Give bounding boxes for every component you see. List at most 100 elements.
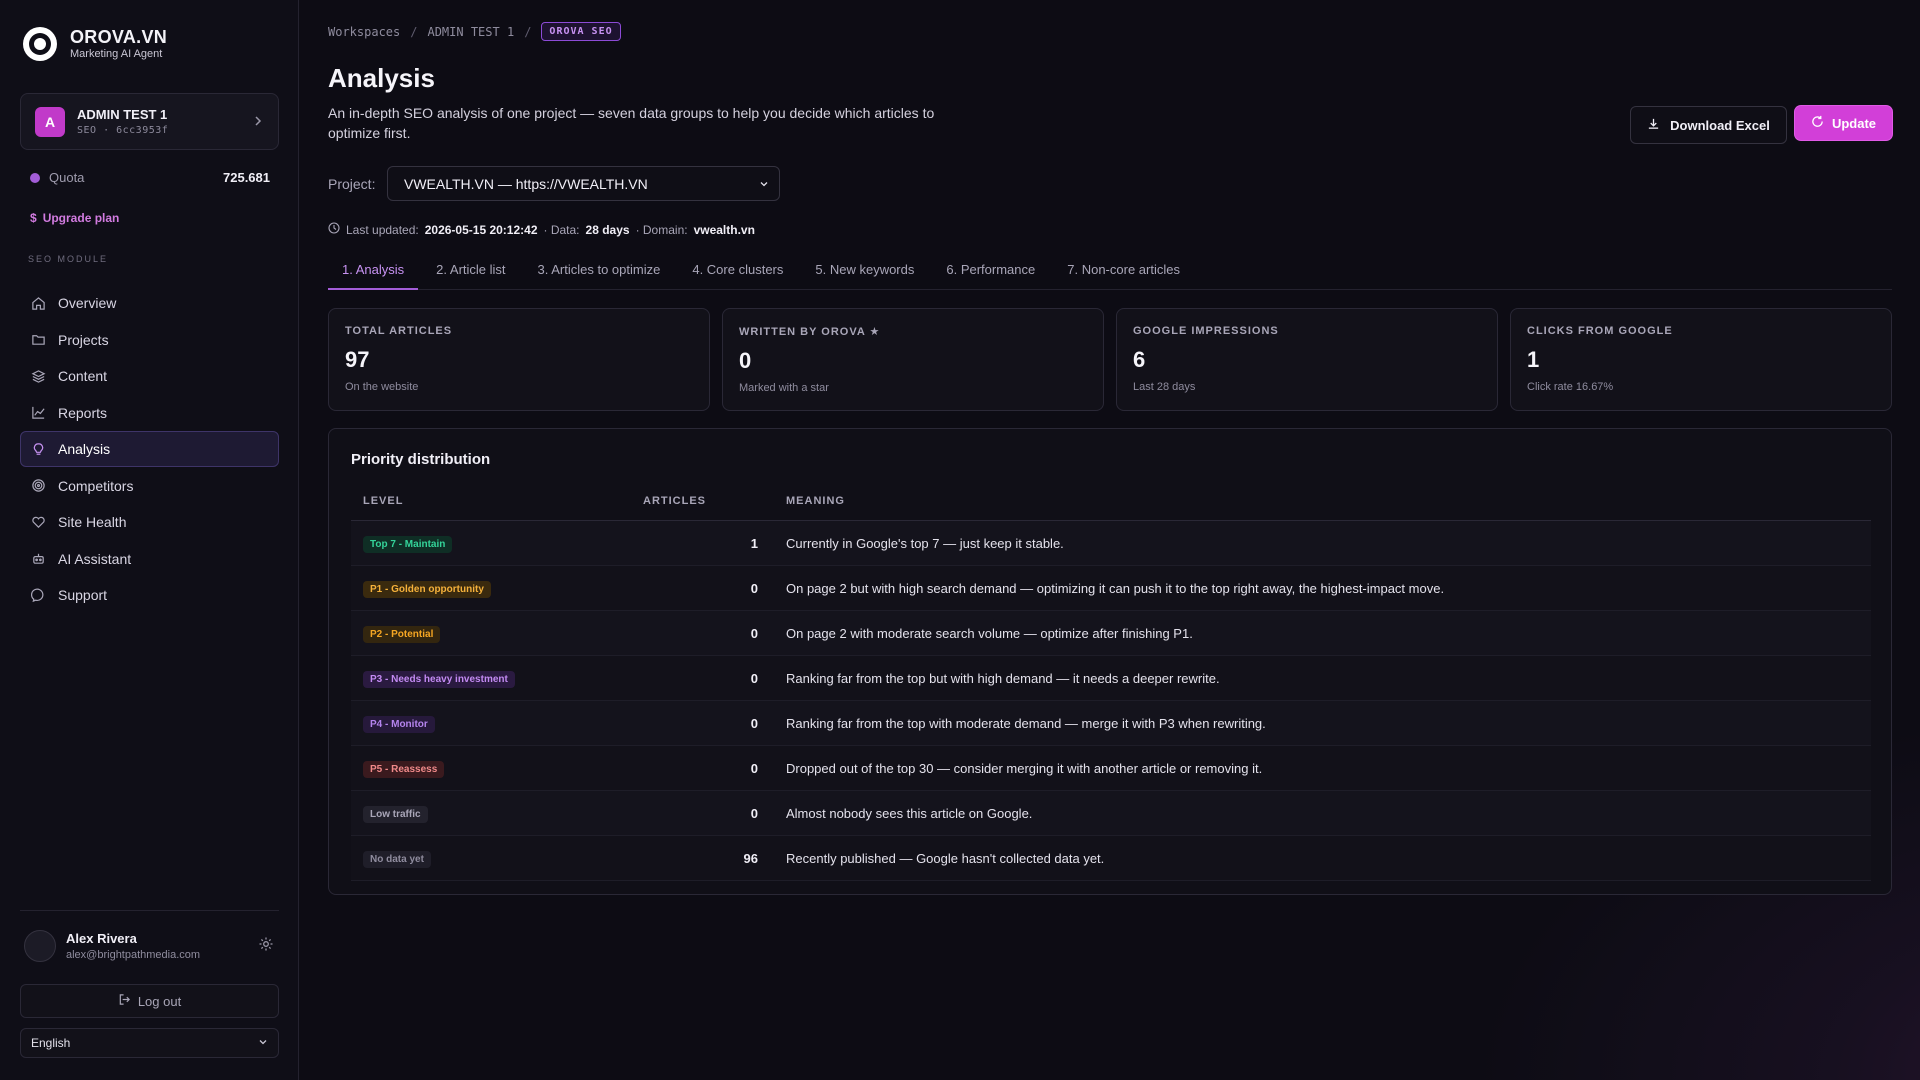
priority-level-cell: Top 7 - Maintain (351, 534, 643, 553)
sidebar-item-label: Content (58, 368, 108, 384)
table-row: P1 - Golden opportunity 0 On page 2 but wi… (351, 566, 1871, 611)
download-icon (1647, 117, 1660, 133)
priority-badge: P1 - Golden opportunity (363, 580, 491, 598)
tab-analysis[interactable]: 1. Analysis (328, 259, 419, 290)
logout-label: Log out (137, 993, 182, 1009)
article-count: 0 (750, 580, 758, 596)
brand-tagline: Marketing AI Agent (70, 48, 163, 60)
upgrade-plan-label: Upgrade plan (42, 211, 120, 225)
priority-badge: P5 - Reassess (363, 760, 445, 778)
table-row: P4 - Monitor 0 Ranking far from the top wi… (351, 701, 1871, 746)
sidebar-item-label: Reports (58, 404, 108, 421)
sidebar-item-analysis[interactable]: Analysis (20, 431, 279, 467)
update-button[interactable]: Update (1795, 106, 1892, 140)
workspace-meta: SEO · 6cc3953f (77, 125, 169, 136)
domain-label: · Domain: (635, 222, 688, 237)
sidebar-item-competitors[interactable]: Competitors (20, 468, 279, 504)
sidebar-item-overview[interactable]: Overview (20, 285, 279, 321)
priority-level-cell: P3 - Needs heavy investment (351, 669, 643, 688)
stat-card-total-articles: TOTAL ARTICLES 97 On the website (328, 308, 710, 411)
logout-icon (118, 993, 131, 1009)
priority-level-cell: No data yet (351, 849, 643, 868)
priority-meaning: Recently published — Google hasn't colle… (786, 850, 1105, 866)
sidebar-item-content[interactable]: Content (20, 358, 279, 394)
stat-value: 6 (1133, 347, 1146, 372)
stat-value: 97 (345, 347, 370, 372)
gear-icon[interactable] (258, 936, 274, 957)
tab-performance[interactable]: 6. Performance (932, 259, 1049, 290)
breadcrumb-workspace[interactable]: ADMIN TEST 1 (427, 25, 514, 39)
sidebar-item-reports[interactable]: Reports (20, 395, 279, 431)
chat-icon (31, 588, 46, 603)
sidebar-item-label: Competitors (58, 477, 134, 494)
table-row: No data yet 96 Recently published — Google… (351, 836, 1871, 881)
heart-icon (31, 515, 46, 530)
sidebar-item-label: Support (58, 587, 108, 603)
workspace-avatar: A (35, 106, 65, 137)
priority-meaning: On page 2 with moderate search volume — … (786, 625, 1193, 641)
breadcrumb-workspaces[interactable]: Workspaces (328, 25, 400, 39)
article-count: 0 (750, 760, 758, 776)
page-description: An in-depth SEO analysis of one project … (328, 105, 935, 141)
priority-badge: P3 - Needs heavy investment (363, 670, 515, 688)
clock-icon (328, 222, 340, 237)
workspace-name: ADMIN TEST 1 (77, 107, 168, 122)
language-value: English (31, 1036, 71, 1050)
project-select[interactable]: VWEALTH.VN — https://VWEALTH.VN (387, 166, 780, 201)
workspace-switcher[interactable]: A ADMIN TEST 1 SEO · 6cc3953f (20, 93, 279, 150)
sidebar-item-site-health[interactable]: Site Health (20, 504, 279, 540)
tab-article-list[interactable]: 2. Article list (422, 259, 519, 290)
tab-non-core-articles[interactable]: 7. Non-core articles (1053, 259, 1194, 290)
panel-title: Priority distribution (351, 451, 491, 468)
stat-value: 0 (739, 348, 752, 373)
data-range-value: 28 days (585, 222, 630, 237)
language-select[interactable]: English (20, 1028, 279, 1058)
brand[interactable]: OROVA.VN Marketing AI Agent (22, 26, 167, 62)
sidebar-item-support[interactable]: Support (20, 577, 279, 613)
priority-badge: Top 7 - Maintain (363, 535, 453, 553)
logout-button[interactable]: Log out (20, 984, 279, 1018)
avatar[interactable] (24, 930, 56, 962)
table-row: P5 - Reassess 0 Dropped out of the top 30 … (351, 746, 1871, 791)
download-excel-label: Download Excel (1670, 117, 1770, 133)
folder-icon (31, 332, 46, 347)
main-content: Workspaces / ADMIN TEST 1 / OROVA SEO An… (300, 0, 1920, 1080)
last-updated-value: 2026-05-15 20:12:42 (424, 222, 538, 237)
priority-meaning: Currently in Google's top 7 — just keep … (786, 535, 1064, 551)
article-count: 1 (750, 535, 758, 551)
sidebar-item-ai-assistant[interactable]: AI Assistant (20, 541, 279, 577)
priority-level-cell: P2 - Potential (351, 624, 643, 643)
stat-label: TOTAL ARTICLES (345, 325, 453, 337)
lightbulb-icon (31, 442, 46, 457)
column-header-meaning: MEANING (786, 494, 845, 507)
priority-badge: No data yet (363, 850, 431, 868)
sidebar-item-label: Analysis (58, 441, 111, 457)
article-count: 0 (750, 805, 758, 821)
dollar-icon: $ (30, 211, 37, 225)
priority-meaning: Ranking far from the top but with high d… (786, 670, 1220, 686)
quota-dot-icon (30, 172, 40, 183)
update-label: Update (1831, 115, 1877, 131)
layers-icon (31, 369, 46, 384)
stat-value: 1 (1527, 347, 1540, 372)
breadcrumb-module-badge: OROVA SEO (541, 22, 621, 41)
download-excel-button[interactable]: Download Excel (1630, 106, 1787, 144)
sidebar-item-label: Overview (58, 295, 117, 311)
user-email: alex@brightpathmedia.com (66, 949, 201, 961)
tab-new-keywords[interactable]: 5. New keywords (801, 259, 928, 290)
chevron-down-icon (759, 176, 769, 192)
table-row: P2 - Potential 0 On page 2 with moderate s… (351, 611, 1871, 656)
table-header: LEVEL ARTICLES MEANING (351, 481, 1871, 521)
project-select-value: VWEALTH.VN — https://VWEALTH.VN (404, 175, 648, 192)
upgrade-plan-link[interactable]: $ Upgrade plan (30, 211, 119, 225)
priority-level-cell: P1 - Golden opportunity (351, 579, 643, 598)
priority-level-cell: P5 - Reassess (351, 759, 643, 778)
tab-core-clusters[interactable]: 4. Core clusters (678, 259, 797, 290)
sidebar-item-label: Projects (58, 331, 109, 348)
divider (20, 910, 279, 911)
sidebar: OROVA.VN Marketing AI Agent A ADMIN TEST… (0, 0, 299, 1080)
sidebar-item-projects[interactable]: Projects (20, 322, 279, 358)
home-icon (31, 296, 46, 311)
refresh-icon (1811, 115, 1824, 131)
tab-articles-to-optimize[interactable]: 3. Articles to optimize (524, 259, 675, 290)
